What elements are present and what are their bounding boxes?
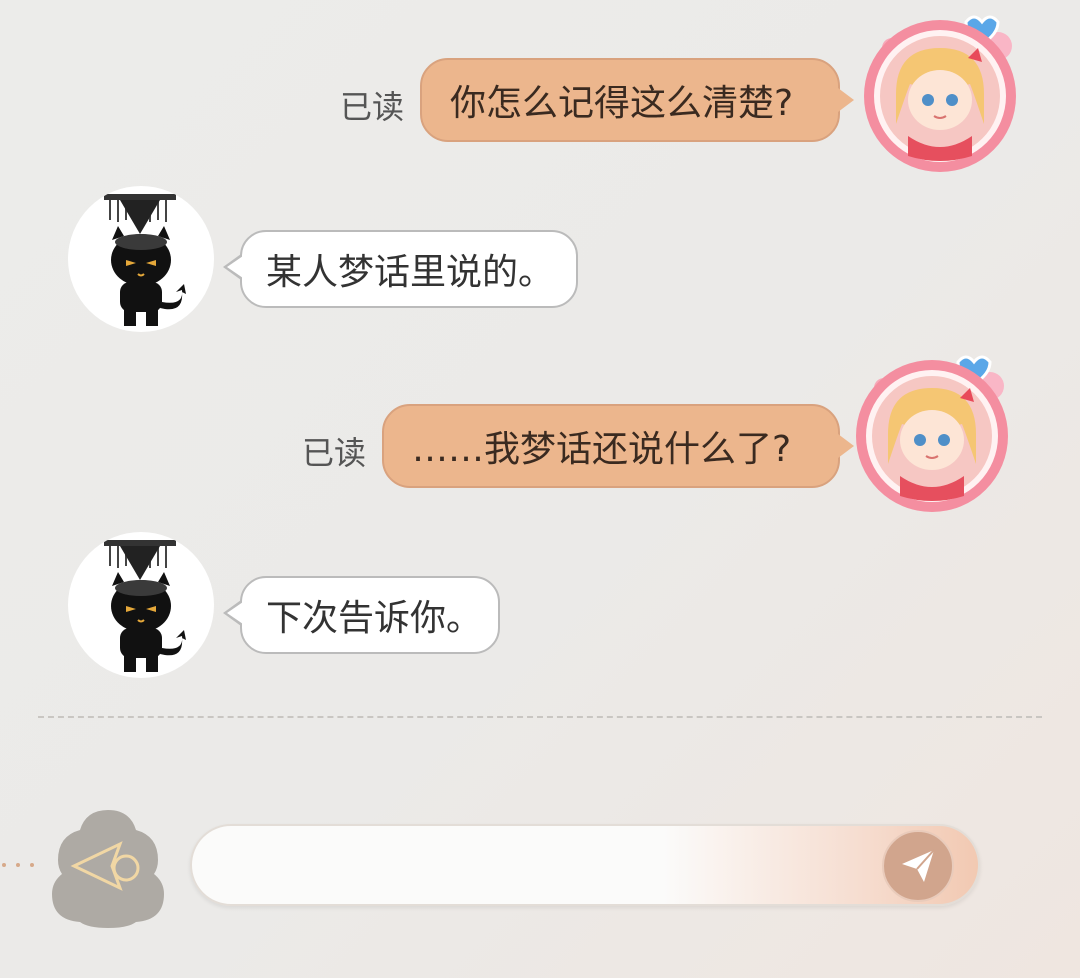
message-bubble-incoming[interactable]: 某人梦话里说的。 xyxy=(223,230,578,308)
paper-plane-send-icon xyxy=(902,849,935,882)
back-arrow-icon xyxy=(52,810,164,928)
composer-divider xyxy=(38,716,1042,718)
self-avatar[interactable] xyxy=(848,8,1018,178)
message-bubble-outgoing[interactable]: 你怎么记得这么清楚? xyxy=(420,58,854,142)
message-bubble-outgoing[interactable]: ……我梦话还说什么了? xyxy=(382,404,854,488)
message-composer xyxy=(190,824,980,906)
message-bubble-incoming[interactable]: 下次告诉你。 xyxy=(223,576,500,654)
self-avatar[interactable] xyxy=(840,348,1010,518)
decorative-dots xyxy=(2,863,34,867)
send-button[interactable] xyxy=(882,830,954,902)
read-receipt: 已读 xyxy=(302,434,367,472)
contact-avatar[interactable] xyxy=(68,186,214,332)
contact-avatar[interactable] xyxy=(68,532,214,678)
message-input[interactable] xyxy=(216,836,870,898)
back-button[interactable] xyxy=(46,804,170,928)
read-receipt: 已读 xyxy=(340,88,405,126)
